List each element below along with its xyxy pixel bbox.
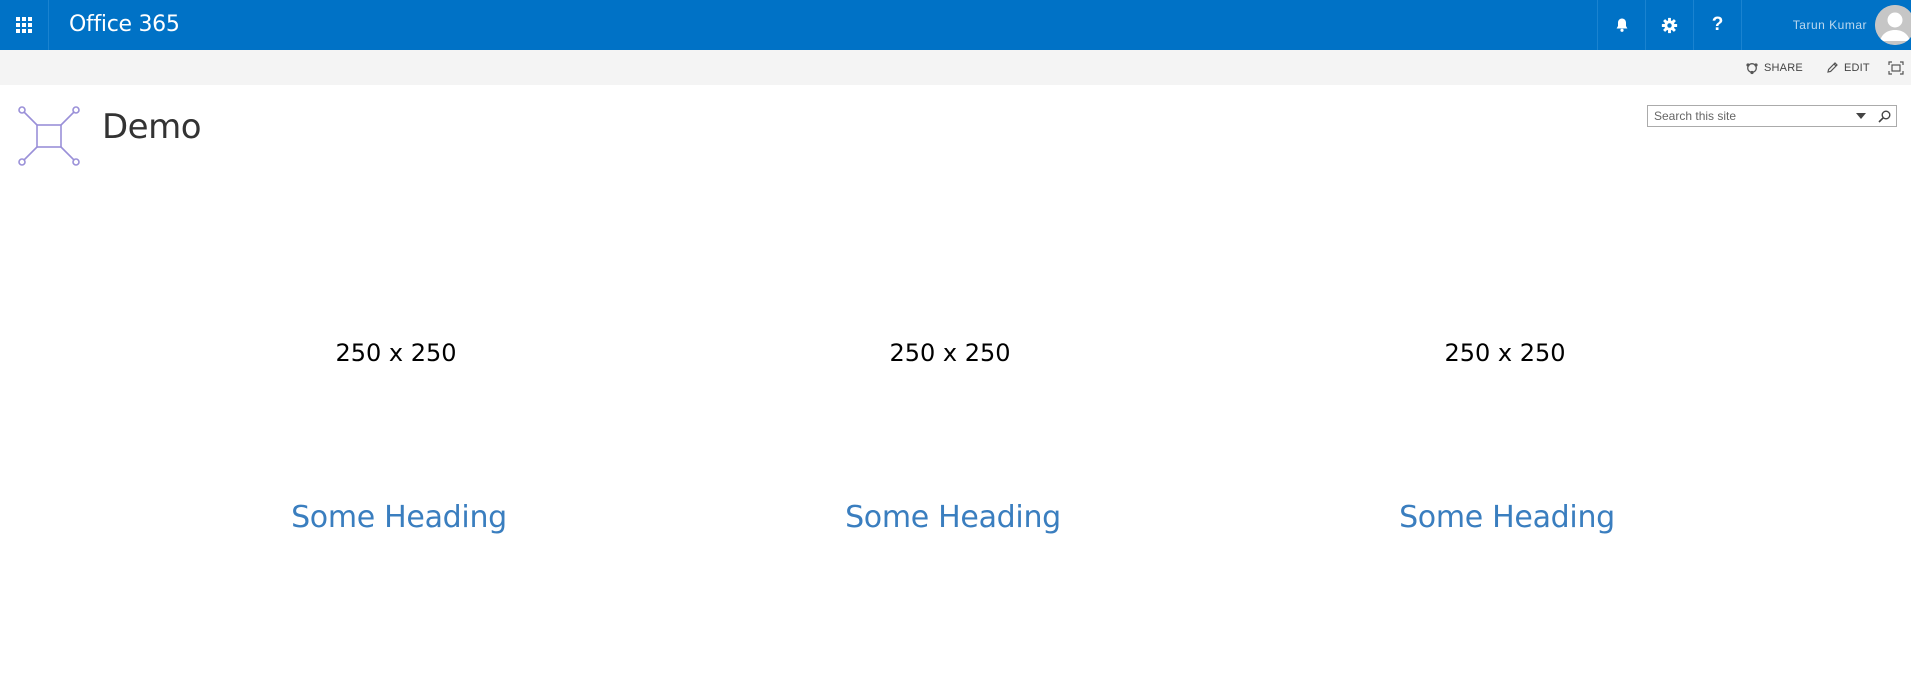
column-heading-3[interactable]: Some Heading (1307, 500, 1707, 535)
column-heading-1[interactable]: Some Heading (199, 500, 599, 535)
suite-bar: Office 365 ? Tarun Kumar (0, 0, 1911, 50)
edit-button[interactable]: EDIT (1826, 50, 1870, 85)
suite-bar-right: ? Tarun Kumar (1597, 0, 1911, 50)
user-name: Tarun Kumar (1792, 18, 1867, 32)
chevron-down-icon (1856, 113, 1866, 119)
search-input[interactable] (1648, 106, 1848, 126)
app-launcher-button[interactable] (0, 0, 49, 50)
share-icon (1746, 62, 1758, 74)
edit-label: EDIT (1844, 61, 1870, 74)
site-logo[interactable] (18, 106, 82, 166)
action-bar: SHARE EDIT (0, 50, 1911, 85)
app-title[interactable]: Office 365 (49, 0, 180, 50)
share-button[interactable]: SHARE (1745, 50, 1803, 85)
bell-icon (1616, 18, 1627, 32)
help-button[interactable]: ? (1693, 0, 1741, 50)
help-icon: ? (1711, 14, 1724, 35)
gear-icon (1661, 17, 1678, 33)
column-heading-2[interactable]: Some Heading (753, 500, 1153, 535)
person-icon (1875, 5, 1911, 45)
notifications-button[interactable] (1597, 0, 1645, 50)
image-placeholder-3: 250 x 250 (1444, 339, 1566, 367)
search-scope-dropdown[interactable] (1852, 106, 1870, 126)
image-placeholder-1: 250 x 250 (335, 339, 457, 367)
focus-mode-button[interactable] (1888, 50, 1904, 85)
focus-mode-icon (1888, 60, 1904, 75)
avatar (1875, 5, 1911, 45)
site-search-box (1647, 105, 1897, 127)
pencil-icon (1827, 62, 1838, 73)
site-logo-icon (18, 106, 80, 166)
image-placeholder-2: 250 x 250 (889, 339, 1011, 367)
settings-button[interactable] (1645, 0, 1693, 50)
user-menu-button[interactable]: Tarun Kumar (1741, 0, 1911, 50)
site-title[interactable]: Demo (102, 107, 202, 147)
search-icon (1877, 110, 1890, 123)
app-launcher-icon (16, 17, 32, 33)
share-label: SHARE (1764, 61, 1803, 74)
search-button[interactable] (1874, 106, 1894, 126)
